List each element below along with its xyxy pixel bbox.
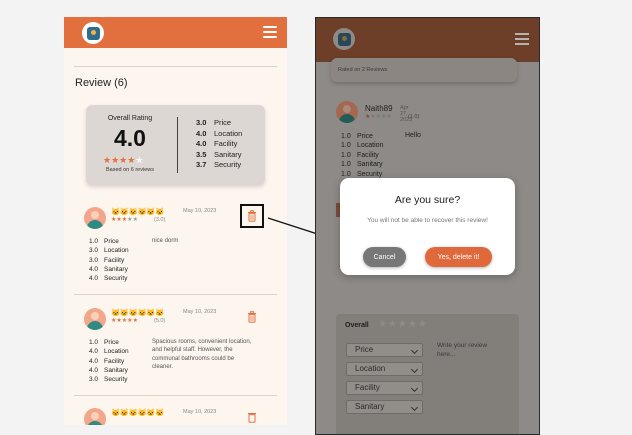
confirm-dialog: Are you sure? You will not be able to re… (340, 178, 515, 275)
review-stars: ★★★★★ (365, 114, 392, 120)
top-bar (316, 18, 539, 62)
review-textarea[interactable]: Write your review here... (437, 342, 507, 359)
dialog-message: You will not be able to recover this rev… (367, 217, 488, 224)
write-review-form: Overall ★★★★★ Price Location Facility Sa… (336, 314, 519, 434)
review-score: (1.0) (408, 114, 420, 120)
rated-on-text: Rated on 2 Reviews (338, 67, 388, 73)
review-comment: Hello (405, 132, 421, 139)
review-category-list: 1.0 Price 1.0 Location 1.0 Facility 1.0 Sani… (341, 133, 384, 178)
confirm-delete-button[interactable]: Yes, delete it! (425, 247, 492, 267)
app-logo-icon[interactable] (333, 28, 355, 50)
stage: Review (6) Overall Rating 4.0 ★★★★★ Base… (0, 0, 632, 435)
reviewer-name: Naith89 (365, 104, 393, 113)
cancel-button[interactable]: Cancel (363, 247, 406, 267)
select-facility[interactable]: Facility (346, 381, 423, 395)
avatar (336, 101, 358, 123)
select-sanitary[interactable]: Sanitary (346, 400, 423, 414)
select-location[interactable]: Location (346, 362, 423, 376)
select-price[interactable]: Price (346, 343, 423, 357)
form-star-rating[interactable]: ★★★★★ (378, 319, 428, 330)
dialog-title: Are you sure? (394, 194, 461, 206)
form-overall-label: Overall (345, 322, 369, 329)
hamburger-menu-icon[interactable] (515, 33, 529, 45)
